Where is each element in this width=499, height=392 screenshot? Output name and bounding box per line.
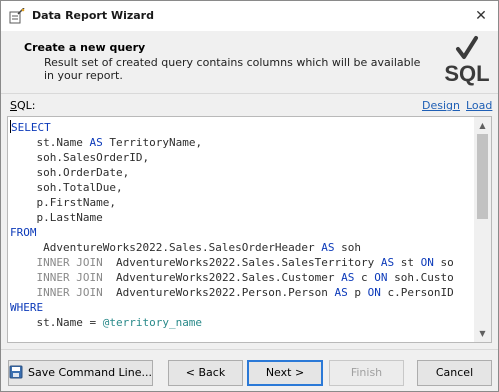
sql-text: AdventureWorks2022.Sales.Customer [102,271,342,284]
sql-logo-text: SQL [444,61,489,86]
footer-divider [1,349,498,350]
save-command-line-label: Save Command Line... [28,366,152,379]
sql-text: p.LastName [10,211,103,224]
sql-text: soh.SalesOrderID, [10,151,150,164]
title-bar: Data Report Wizard ✕ [1,1,498,31]
sql-text: p [347,286,368,299]
sql-code-line: p.LastName [10,210,476,225]
window-title: Data Report Wizard [32,9,154,22]
sql-text: AdventureWorks2022.Sales.SalesOrderHeade… [10,241,322,254]
vertical-scrollbar[interactable]: ▲ ▼ [474,117,491,342]
header-divider [1,93,498,94]
save-command-line-button[interactable]: Save Command Line... [8,360,153,386]
sql-keyword: AS [334,286,348,299]
close-icon: ✕ [475,8,487,24]
cancel-button[interactable]: Cancel [417,360,492,386]
sql-keyword: AS [380,256,395,269]
sql-label: SQL: [10,99,35,112]
sql-code-line: st.Name AS TerritoryName, [10,135,476,150]
sql-text: p.FirstName, [10,196,116,209]
sql-text: TerritoryName, [102,136,203,149]
sql-text: soh.Custo [387,271,454,284]
sql-editor[interactable]: SELECT st.Name AS TerritoryName, soh.Sal… [7,116,492,343]
page-title: Create a new query [24,41,146,54]
save-icon [9,364,23,388]
next-button[interactable]: Next > [247,360,323,386]
back-button[interactable]: < Back [168,360,243,386]
sql-code-line: SELECT [10,120,476,135]
sql-text: c [354,271,375,284]
sql-code[interactable]: SELECT st.Name AS TerritoryName, soh.Sal… [10,120,476,342]
sql-text: so [433,256,454,269]
sql-keyword: INNER JOIN [36,256,103,269]
sql-code-line: AdventureWorks2022.Sales.SalesOrderHeade… [10,240,476,255]
sql-code-line: st.Name = @territory_name [10,315,476,330]
wizard-header: Create a new query Result set of created… [1,31,498,93]
sql-text: AdventureWorks2022.Person.Person [102,286,335,299]
design-link[interactable]: Design [422,99,460,112]
wizard-window: Data Report Wizard ✕ Create a new query … [0,0,499,392]
sql-code-line: soh.SalesOrderID, [10,150,476,165]
wizard-icon [9,7,25,24]
sql-keyword: INNER JOIN [36,286,103,299]
scroll-down-icon[interactable]: ▼ [474,325,491,342]
sql-code-line: INNER JOIN AdventureWorks2022.Person.Per… [10,285,476,300]
sql-variable: @territory_name [102,316,203,329]
sql-text: st [394,256,421,269]
close-button[interactable]: ✕ [470,5,492,27]
sql-code-line: FROM [10,225,476,240]
sql-label-rest: QL: [16,99,36,112]
finish-button[interactable]: Finish [329,360,404,386]
sql-check-icon: SQL [444,35,490,87]
sql-code-line: soh.OrderDate, [10,165,476,180]
sql-keyword: WHERE [10,301,44,314]
sql-code-line: soh.TotalDue, [10,180,476,195]
load-link[interactable]: Load [466,99,492,112]
sql-code-line: p.FirstName, [10,195,476,210]
sql-keyword: ON [374,271,388,284]
sql-keyword: AS [341,271,355,284]
sql-keyword: AS [89,136,103,149]
sql-code-line: WHERE [10,300,476,315]
sql-text: AdventureWorks2022.Sales.SalesTerritory [102,256,381,269]
page-description: Result set of created query contains col… [44,56,421,82]
sql-text: st.Name [10,136,90,149]
sql-keyword: ON [420,256,434,269]
sql-text: soh [334,241,362,254]
sql-keyword: INNER JOIN [36,271,103,284]
scroll-up-icon[interactable]: ▲ [474,117,491,134]
sql-keyword: SELECT [11,121,51,134]
sql-keyword: AS [321,241,335,254]
sql-text: soh.OrderDate, [10,166,130,179]
sql-text: c.PersonID [380,286,454,299]
sql-code-line: INNER JOIN AdventureWorks2022.Sales.Sale… [10,255,476,270]
sql-label-mnemonic: S [10,99,17,112]
scrollbar-thumb[interactable] [477,134,488,219]
sql-text: soh.TotalDue, [10,181,123,194]
sql-code-line: INNER JOIN AdventureWorks2022.Sales.Cust… [10,270,476,285]
sql-keyword: ON [367,286,381,299]
sql-text: st.Name = [10,316,103,329]
sql-keyword: FROM [10,226,37,239]
